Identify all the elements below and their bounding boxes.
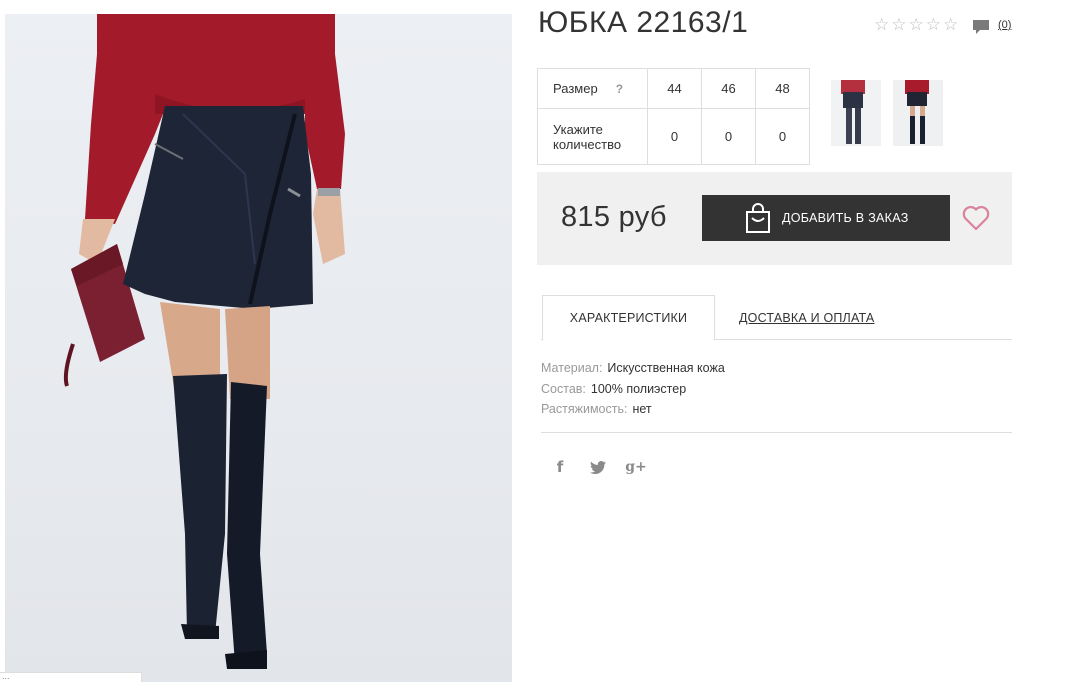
- facebook-icon[interactable]: f: [552, 456, 568, 478]
- spec-key: Материал:: [541, 361, 603, 375]
- spec-key: Состав:: [541, 381, 586, 396]
- spec-key: Растяжимость:: [541, 402, 628, 416]
- star-icon[interactable]: ☆: [874, 16, 889, 34]
- product-photo-illustration: [63, 14, 345, 669]
- corner-tab-text: ...: [2, 671, 10, 681]
- size-help-icon[interactable]: ?: [616, 82, 623, 96]
- quantity-input-44[interactable]: 0: [647, 108, 702, 165]
- speech-bubble-icon[interactable]: [972, 19, 990, 35]
- heart-icon[interactable]: [962, 205, 990, 231]
- star-icon[interactable]: ☆: [909, 16, 924, 34]
- rating-stars[interactable]: ☆ ☆ ☆ ☆ ☆: [874, 16, 958, 34]
- quantity-label-line2: количество: [553, 136, 622, 152]
- thumbnail-1[interactable]: [831, 80, 881, 146]
- quantity-row-label: Укажите количество: [537, 108, 648, 165]
- star-icon[interactable]: ☆: [891, 16, 906, 34]
- section-divider: [541, 432, 1012, 433]
- size-quantity-table: Размер? 44 46 48 Укажите количество 0 0 …: [537, 68, 810, 165]
- spec-row-composition: Состав: 100% полиэстер: [541, 379, 725, 400]
- quantity-input-46[interactable]: 0: [701, 108, 756, 165]
- add-to-order-button[interactable]: ДОБАВИТЬ В ЗАКАЗ: [702, 195, 950, 241]
- star-icon[interactable]: ☆: [943, 16, 958, 34]
- tab-characteristics[interactable]: ХАРАКТЕРИСТИКИ: [542, 295, 715, 341]
- product-main-image[interactable]: [5, 14, 512, 682]
- thumbnail-image: [841, 80, 865, 144]
- spec-value: 100% полиэстер: [590, 381, 687, 396]
- spec-value: нет: [632, 402, 652, 416]
- shopping-bag-icon: [746, 203, 770, 233]
- size-row-label: Размер?: [537, 68, 648, 109]
- product-price: 815 руб: [561, 201, 667, 233]
- corner-tab: ...: [0, 671, 142, 682]
- star-icon[interactable]: ☆: [926, 16, 941, 34]
- size-label: Размер: [553, 81, 598, 96]
- google-plus-icon[interactable]: g+: [625, 456, 647, 478]
- spec-row-stretch: Растяжимость: нет: [541, 399, 725, 420]
- spec-row-material: Материал: Искусственная кожа: [541, 358, 725, 379]
- quantity-input-48[interactable]: 0: [755, 108, 810, 165]
- add-to-order-label: ДОБАВИТЬ В ЗАКАЗ: [782, 211, 909, 225]
- thumbnail-image: [905, 80, 929, 144]
- twitter-bird-glyph: [590, 460, 606, 474]
- spec-value: Искусственная кожа: [607, 361, 725, 375]
- product-info-tabs: ХАРАКТЕРИСТИКИ ДОСТАВКА И ОПЛАТА: [541, 294, 1012, 341]
- product-title: ЮБКА 22163/1: [538, 6, 749, 39]
- tab-delivery-payment[interactable]: ДОСТАВКА И ОПЛАТА: [739, 311, 874, 325]
- thumbnail-2[interactable]: [893, 80, 943, 146]
- comments-count-link[interactable]: (0): [998, 19, 1011, 31]
- twitter-icon[interactable]: [589, 456, 607, 478]
- characteristics-list: Материал: Искусственная кожа Состав: 100% …: [541, 358, 725, 420]
- purchase-panel: 815 руб ДОБАВИТЬ В ЗАКАЗ: [537, 172, 1012, 265]
- size-cell-46: 46: [701, 68, 756, 109]
- size-cell-44: 44: [647, 68, 702, 109]
- size-cell-48: 48: [755, 68, 810, 109]
- quantity-label-line1: Укажите: [553, 121, 603, 137]
